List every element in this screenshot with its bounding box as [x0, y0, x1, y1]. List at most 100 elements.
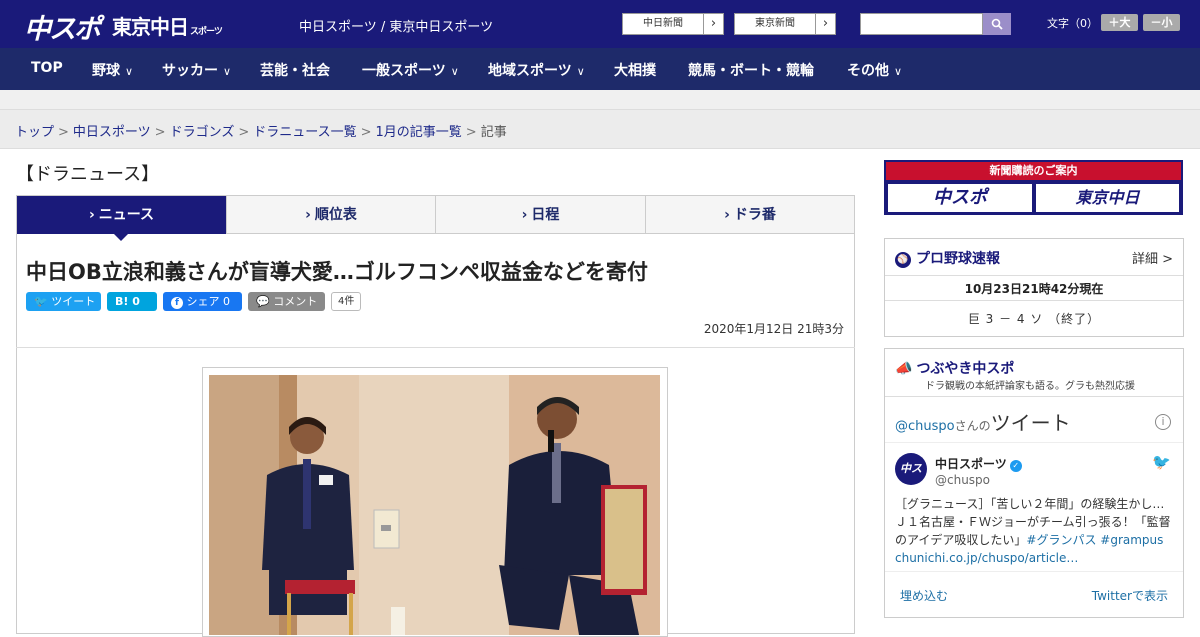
tokyo-logo-sub: スポーツ [190, 27, 223, 37]
article-divider [16, 347, 855, 348]
article-photo[interactable] [209, 375, 660, 635]
box-divider [885, 571, 1183, 572]
game-score[interactable]: 巨 3 － 4 ソ （終了） [885, 310, 1183, 327]
nav-item-top[interactable]: TOP [31, 60, 63, 76]
tokyo-chunichi-logo[interactable]: 東京中日 スポーツ [112, 11, 223, 40]
search-button[interactable] [983, 13, 1011, 35]
promo-chuspo-logo[interactable]: 中スポ [888, 184, 1032, 212]
facebook-share-label: シェア 0 [186, 295, 231, 308]
twitter-box-subtitle: ドラ観戦の本紙評論家も語る。グラも熱烈応援 [925, 381, 1135, 392]
nav-item-entertainment[interactable]: 芸能・社会 [260, 60, 330, 80]
tab-label: 順位表 [314, 207, 357, 223]
twitter-timeline-header: @chuspoさんのツイート [895, 407, 1071, 436]
chevron-down-icon: ∨ [223, 65, 232, 78]
timeline-title: ツイート [990, 411, 1071, 435]
tweet-text: ［グラニュース］「苦しい２年間」の経験生かし…Ｊ１名古屋・ＦＷジョーがチーム引っ… [895, 495, 1175, 567]
embed-link[interactable]: 埋め込む [900, 587, 948, 604]
box-divider [885, 396, 1183, 397]
tab-reporter[interactable]: › ドラ番 [646, 196, 854, 234]
view-on-twitter-link[interactable]: Twitterで表示 [1092, 587, 1168, 604]
nav-item-label: 芸能・社会 [260, 63, 330, 79]
chuspo-logo[interactable]: 中スポ [24, 7, 101, 46]
breadcrumb-item-top[interactable]: トップ [15, 125, 54, 140]
nav-item-soccer[interactable]: サッカー ∨ [162, 60, 231, 80]
font-decrease-button[interactable]: －小 [1143, 14, 1180, 31]
article-date: 2020年1月12日 21時3分 [703, 322, 844, 336]
breadcrumb-item-chuspo[interactable]: 中日スポーツ [73, 125, 151, 140]
promo-title: 新聞購読のご案内 [886, 162, 1181, 180]
tokyo-shimbun-button[interactable]: 東京新聞 › [734, 13, 836, 35]
twitter-box-title: 📣 つぶやき中スポ [895, 358, 1014, 378]
tweet-button[interactable]: 🐦 ツイート [26, 292, 101, 311]
tweet-author-avatar[interactable]: 中スポ [895, 453, 927, 507]
breadcrumb-separator: > [238, 125, 250, 140]
breadcrumb-item-dragons[interactable]: ドラゴンズ [170, 125, 235, 140]
comment-label: コメント [273, 295, 318, 308]
tab-news[interactable]: › ニュース [17, 196, 227, 234]
tab-schedule[interactable]: › 日程 [436, 196, 646, 234]
tweet-author-name-text: 中日スポーツ [935, 457, 1007, 471]
tokyo-shimbun-label: 東京新聞 [755, 18, 795, 29]
chevron-right-icon: › [521, 207, 528, 223]
twitter-box: 📣 つぶやき中スポ ドラ観戦の本紙評論家も語る。グラも熱烈応援 @chuspoさん… [884, 348, 1184, 618]
tweet-hashtags[interactable]: #グランパス #grampus [1026, 533, 1163, 547]
tab-bar: › ニュース › 順位表 › 日程 › ドラ番 [16, 195, 855, 234]
chevron-down-icon: ∨ [125, 65, 134, 78]
tweet-link[interactable]: chunichi.co.jp/chuspo/article… [895, 551, 1078, 565]
baseball-detail-link[interactable]: 詳細 > [1132, 248, 1173, 267]
nav-item-label: TOP [31, 60, 63, 76]
search-input[interactable] [860, 13, 983, 35]
breadcrumb-item-news-list[interactable]: ドラニュース一覧 [253, 125, 356, 140]
main-nav: TOP 野球 ∨ サッカー ∨ 芸能・社会 一般スポーツ ∨ 地域スポーツ ∨ 大相撲 … [0, 48, 1200, 90]
section-title: 【ドラニュース】 [16, 164, 160, 185]
nav-item-label: 一般スポーツ [362, 63, 446, 79]
subscription-promo[interactable]: 新聞購読のご案内 中スポ 東京中日 [884, 160, 1183, 215]
chunichi-shimbun-button[interactable]: 中日新聞 › [622, 13, 724, 35]
chevron-right-icon: › [88, 207, 95, 223]
nav-item-label: 大相撲 [614, 63, 656, 79]
baseball-icon: ⚾ [895, 252, 911, 268]
twitter-handle-link[interactable]: @chuspo [895, 419, 955, 434]
photo-illustration [209, 375, 660, 635]
breadcrumb-item-month-list[interactable]: 1月の記事一覧 [376, 125, 462, 140]
nav-item-label: その他 [847, 63, 889, 79]
nav-item-racing[interactable]: 競馬・ボート・競輪 [688, 60, 814, 80]
nav-item-other[interactable]: その他 ∨ [847, 60, 902, 80]
tab-label: 日程 [531, 207, 560, 223]
tweet-label: ツイート [51, 295, 96, 308]
nav-item-label: 競馬・ボート・競輪 [688, 63, 814, 79]
baseball-score-box: ⚾ プロ野球速報 詳細 > 10月23日21時42分現在 巨 3 － 4 ソ （終… [884, 238, 1184, 337]
twitter-bird-icon[interactable]: 🐦 [1152, 453, 1171, 471]
chevron-down-icon: ∨ [894, 65, 903, 78]
chevron-right-icon: › [305, 207, 311, 223]
baseball-title-text: プロ野球速報 [916, 251, 1000, 267]
speech-bubble-icon: 💬 [256, 295, 270, 308]
box-divider [885, 442, 1183, 443]
nav-item-regional-sports[interactable]: 地域スポーツ ∨ [488, 60, 585, 80]
tweet-author-handle[interactable]: @chuspo [935, 473, 990, 487]
tab-standings[interactable]: › 順位表 [227, 196, 436, 234]
tweet-author-name[interactable]: 中日スポーツ ✓ [935, 455, 1022, 472]
chevron-down-icon: ∨ [576, 65, 585, 78]
nav-item-sumo[interactable]: 大相撲 [614, 60, 656, 80]
font-size-label: 文字（0） [1047, 17, 1098, 30]
comment-button[interactable]: 💬 コメント [248, 292, 325, 311]
nav-item-general-sports[interactable]: 一般スポーツ ∨ [362, 60, 459, 80]
nav-item-baseball[interactable]: 野球 ∨ [92, 60, 133, 80]
breadcrumb-separator: > [154, 125, 166, 140]
verified-badge-icon: ✓ [1009, 460, 1022, 472]
breadcrumb-item-current: 記事 [480, 125, 507, 140]
megaphone-icon: 📣 [895, 361, 913, 377]
promo-tokyo-logo[interactable]: 東京中日 [1036, 184, 1179, 212]
info-icon[interactable]: i [1155, 414, 1171, 430]
font-increase-button[interactable]: ＋大 [1101, 14, 1138, 31]
article-headline: 中日OB立浪和義さんが盲導犬愛…ゴルフコンペ収益金などを寄付 [26, 260, 648, 284]
chevron-right-icon: › [724, 207, 730, 223]
hatena-bookmark-button[interactable]: B! 0 [107, 292, 157, 311]
breadcrumb-bar: トップ > 中日スポーツ > ドラゴンズ > ドラニュース一覧 >1月の記事一覧 > 記事 [0, 110, 1200, 149]
search-icon [991, 18, 1003, 30]
chevron-right-icon: › [815, 14, 835, 34]
score-timestamp: 10月23日21時42分現在 [964, 282, 1104, 296]
site-title: 中日スポーツ / 東京中日スポーツ [299, 20, 494, 35]
facebook-share-button[interactable]: f シェア 0 [163, 292, 242, 311]
